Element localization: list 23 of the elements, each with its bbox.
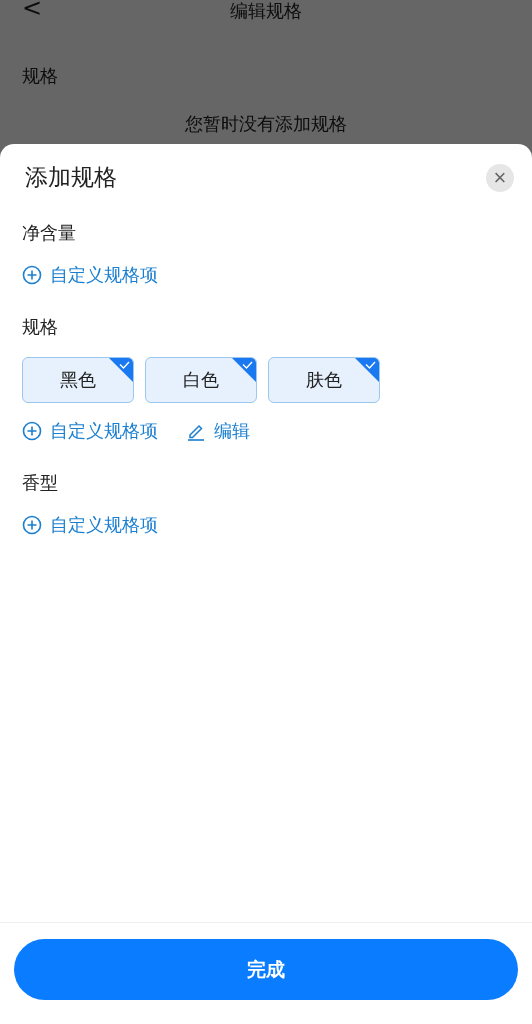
plus-circle-icon <box>22 265 42 285</box>
plus-circle-icon <box>22 515 42 535</box>
group-title: 净含量 <box>22 221 77 245</box>
section-label: 规格 <box>21 64 59 88</box>
check-corner-icon <box>232 358 256 382</box>
page-title: 编辑规格 <box>230 0 302 23</box>
edit-link[interactable]: 编辑 <box>186 419 250 443</box>
done-button[interactable]: 完成 <box>14 939 518 1000</box>
option-chip[interactable]: 白色 <box>145 357 257 403</box>
group-title: 香型 <box>22 471 59 495</box>
empty-message: 您暂时没有添加规格 <box>184 112 348 136</box>
add-custom-link[interactable]: 自定义规格项 <box>22 419 158 443</box>
close-button[interactable]: × <box>486 163 514 192</box>
option-chip[interactable]: 肤色 <box>268 357 380 403</box>
add-custom-link[interactable]: 自定义规格项 <box>22 263 158 287</box>
check-corner-icon <box>109 358 133 382</box>
group-title: 规格 <box>22 315 59 339</box>
back-button[interactable]: < <box>22 0 43 22</box>
check-corner-icon <box>355 358 379 382</box>
option-chip[interactable]: 黑色 <box>22 357 134 403</box>
sheet-title: 添加规格 <box>25 163 117 192</box>
add-custom-link[interactable]: 自定义规格项 <box>22 513 158 537</box>
plus-circle-icon <box>22 421 42 441</box>
